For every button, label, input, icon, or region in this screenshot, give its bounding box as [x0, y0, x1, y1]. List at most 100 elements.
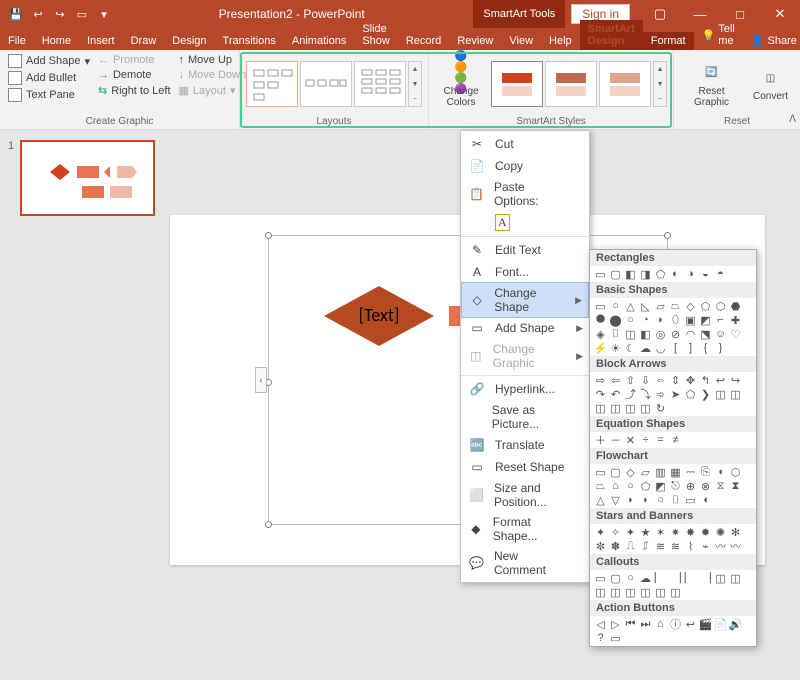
shape-round-rect[interactable]: ▢: [608, 267, 623, 281]
menu-hyperlink[interactable]: 🔗Hyperlink...: [461, 378, 589, 400]
shape-fc-prep[interactable]: ⬡: [728, 465, 743, 479]
shape-arrow-luturn[interactable]: ↪: [728, 373, 743, 387]
shape-action-end[interactable]: ⏭: [638, 617, 653, 631]
shape-folded[interactable]: ⬔: [698, 327, 713, 341]
shape-arrow-quad[interactable]: ✥: [683, 373, 698, 387]
start-slideshow-icon[interactable]: ▭: [72, 4, 92, 24]
shape-callout-oval[interactable]: ○: [623, 571, 638, 585]
shape-arrow-circular[interactable]: ↻: [653, 401, 668, 415]
demote-button[interactable]: →Demote: [96, 68, 173, 82]
shape-fc-connector[interactable]: ○: [623, 479, 638, 493]
layout-option-1[interactable]: [246, 61, 298, 107]
shape-star8[interactable]: ✸: [683, 525, 698, 539]
convert-button[interactable]: ◫Convert: [747, 53, 794, 115]
shape-arrow-callout-r[interactable]: ◫: [713, 387, 728, 401]
tab-transitions[interactable]: Transitions: [215, 32, 284, 50]
shape-snip2[interactable]: ◨: [638, 267, 653, 281]
layout-option-2[interactable]: [300, 61, 352, 107]
shape-frame[interactable]: ▣: [683, 313, 698, 327]
shape-heart[interactable]: ♡: [728, 327, 743, 341]
shape-lshape[interactable]: ⌐: [713, 313, 728, 327]
shape-notequal[interactable]: ≠: [668, 433, 683, 447]
tab-design[interactable]: Design: [164, 32, 214, 50]
shape-arrow-curved-u[interactable]: ⤴: [623, 387, 638, 401]
menu-cut[interactable]: ✂Cut: [461, 133, 589, 155]
shape-fc-multidoc[interactable]: ⎘: [698, 465, 713, 479]
scroll-more-icon[interactable]: ⎯: [409, 91, 421, 106]
shape-fc-manual[interactable]: ⏢: [593, 479, 608, 493]
shape-fc-offpage[interactable]: ⬠: [638, 479, 653, 493]
shape-callout-line1[interactable]: ⎸: [653, 571, 668, 585]
shape-diamond[interactable]: ◇: [683, 299, 698, 313]
shape-round2[interactable]: ◑: [683, 267, 698, 281]
styles-gallery[interactable]: ▲▼⎯: [491, 53, 667, 115]
shape-can[interactable]: ⌷: [608, 327, 623, 341]
scroll-up-icon[interactable]: ▲: [409, 62, 421, 77]
menu-save-picture[interactable]: Save as Picture...: [461, 400, 589, 434]
shape-horizontal-scroll[interactable]: ⌁: [698, 539, 713, 553]
promote-button[interactable]: ←Promote: [96, 53, 173, 67]
layouts-gallery[interactable]: ▲▼⎯: [246, 53, 422, 115]
shape-snip1[interactable]: ◧: [623, 267, 638, 281]
shape-arc[interactable]: ◡: [653, 341, 668, 355]
shape-halfframe[interactable]: ◩: [698, 313, 713, 327]
shape-star4[interactable]: ✦: [623, 525, 638, 539]
shape-fc-extract[interactable]: △: [593, 493, 608, 507]
style-option-1[interactable]: [491, 61, 543, 107]
shape-oval[interactable]: ○: [608, 299, 623, 313]
shape-fc-process[interactable]: ▭: [593, 465, 608, 479]
shape-rect[interactable]: ▭: [593, 267, 608, 281]
shape-fc-seq[interactable]: ○: [653, 493, 668, 507]
menu-edit-text[interactable]: ✎Edit Text: [461, 239, 589, 261]
shape-action-begin[interactable]: ⏮: [623, 617, 638, 631]
shape-callout-rect[interactable]: ▭: [593, 571, 608, 585]
shape-fc-or[interactable]: ⊗: [698, 479, 713, 493]
shape-explosion1[interactable]: ✦: [593, 525, 608, 539]
shape-teardrop[interactable]: ⬯: [668, 313, 683, 327]
shape-fc-delay[interactable]: ◗: [638, 493, 653, 507]
shape-fc-decision[interactable]: ◇: [623, 465, 638, 479]
shape-arrow-uturn[interactable]: ↩: [713, 373, 728, 387]
shape-fc-card[interactable]: ◩: [653, 479, 668, 493]
shape-fc-terminator[interactable]: ◖: [713, 465, 728, 479]
shape-ribbon-down[interactable]: ⎎: [638, 539, 653, 553]
shape-pentagon[interactable]: ⬠: [698, 299, 713, 313]
shape-fc-tape[interactable]: ⎋: [668, 479, 683, 493]
shape-triangle[interactable]: △: [623, 299, 638, 313]
tab-file[interactable]: File: [0, 32, 34, 50]
shape-callout-line3[interactable]: ⎸: [683, 571, 698, 585]
shape-action-sound[interactable]: 🔊: [728, 617, 743, 631]
shape-arrow-callout-u[interactable]: ◫: [593, 401, 608, 415]
menu-add-shape[interactable]: ▭Add Shape▶: [461, 317, 589, 339]
change-colors-button[interactable]: 🔵🟠🟢🟣 Change Colors: [435, 53, 487, 115]
shape-arrow-callout-lr[interactable]: ◫: [623, 401, 638, 415]
shape-fc-display[interactable]: ◖: [698, 493, 713, 507]
shape-smiley[interactable]: ☺: [713, 327, 728, 341]
shape-cloud[interactable]: ☁: [638, 341, 653, 355]
shape-fc-merge[interactable]: ▽: [608, 493, 623, 507]
shape-block-arc[interactable]: ◠: [683, 327, 698, 341]
shape-star6[interactable]: ✶: [653, 525, 668, 539]
shape-action-doc[interactable]: 📄: [713, 617, 728, 631]
shape-action-movie[interactable]: 🎬: [698, 617, 713, 631]
shape-callout-accent2[interactable]: ◫: [638, 585, 653, 599]
shape-arrow-chevron[interactable]: ❯: [698, 387, 713, 401]
shape-arrow-curved-l[interactable]: ↶: [608, 387, 623, 401]
tab-smartart-design[interactable]: SmartArt Design: [580, 20, 643, 50]
shape-action-home[interactable]: ⌂: [653, 617, 668, 631]
shape-star10[interactable]: ✹: [698, 525, 713, 539]
styles-scroll[interactable]: ▲▼⎯: [653, 61, 667, 107]
shape-star24[interactable]: ✼: [593, 539, 608, 553]
shape-callout-cloud[interactable]: ☁: [638, 571, 653, 585]
shape-ribbon-curved-up[interactable]: ≋: [653, 539, 668, 553]
shape-callout-round[interactable]: ▢: [608, 571, 623, 585]
shape-sun[interactable]: ☀: [608, 341, 623, 355]
shape-ribbon-up[interactable]: ⎍: [623, 539, 638, 553]
shape-double-wave[interactable]: 〰: [728, 539, 743, 553]
menu-new-comment[interactable]: 💬New Comment: [461, 546, 589, 580]
shape-cube[interactable]: ◫: [623, 327, 638, 341]
shape-callout-bent3[interactable]: ◫: [593, 585, 608, 599]
tab-record[interactable]: Record: [398, 32, 449, 50]
layout-button[interactable]: ▦Layout ▾: [177, 83, 249, 98]
menu-font[interactable]: AFont...: [461, 261, 589, 283]
